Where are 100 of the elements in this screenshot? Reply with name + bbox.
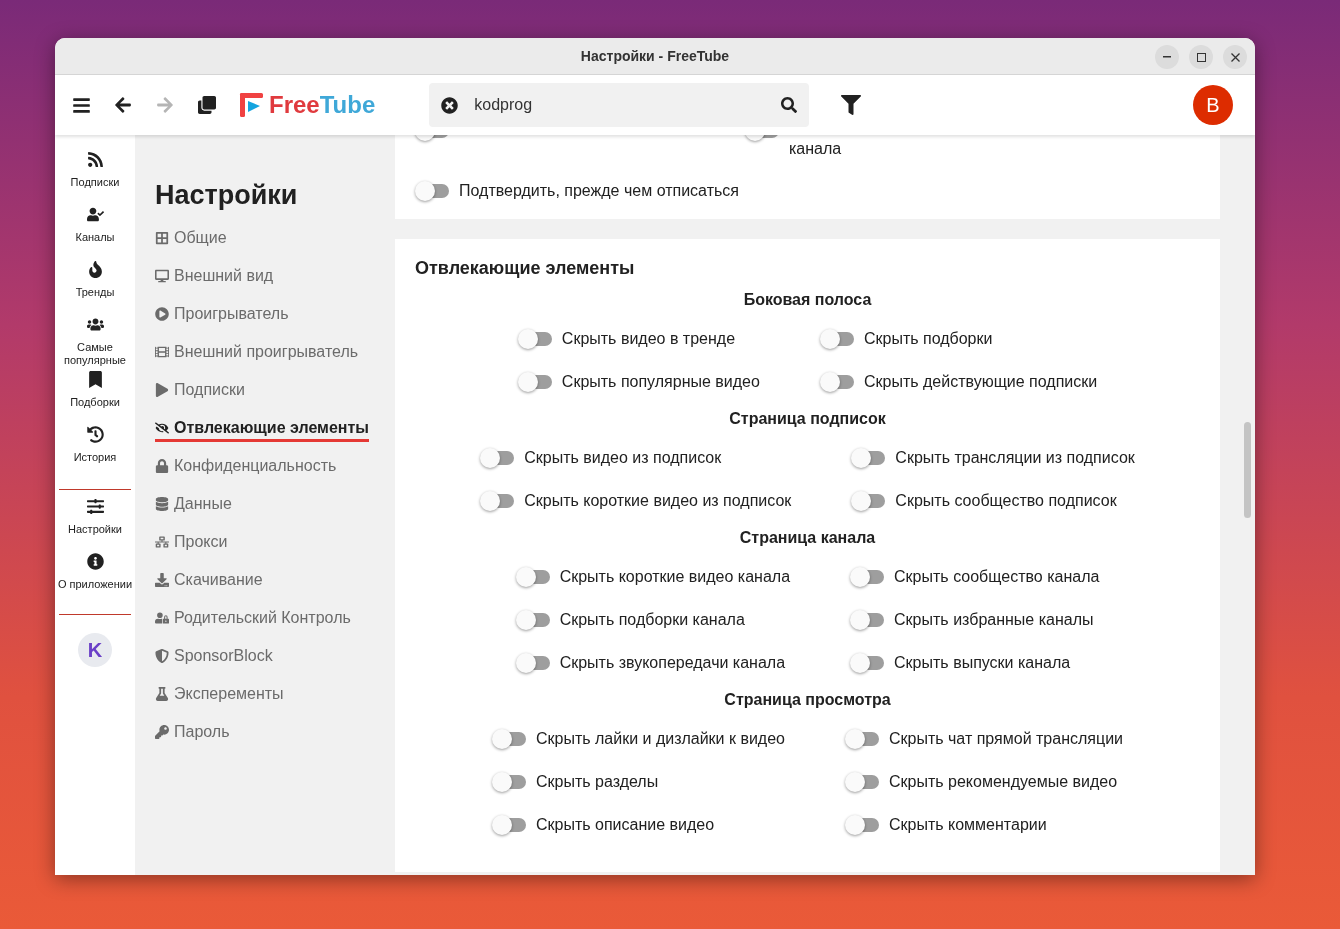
toggle-switch[interactable]	[517, 372, 554, 392]
user-lock-icon	[155, 611, 169, 625]
lock-icon	[155, 459, 169, 473]
close-button[interactable]	[1223, 45, 1247, 69]
clear-icon	[441, 96, 459, 114]
toggle-label: Скрыть сообщество подписок	[895, 491, 1117, 511]
toggle-switch[interactable]	[491, 772, 528, 792]
sliders-icon	[86, 498, 104, 515]
toggle-label: Подтвердить, прежде чем отписаться	[459, 181, 739, 201]
toggle-label: Скрыть сообщество канала	[894, 567, 1100, 587]
play-icon	[155, 383, 169, 397]
toggle-switch[interactable]	[515, 610, 552, 630]
network-icon	[155, 535, 169, 549]
toggle-label: Скрыть комментарии	[888, 815, 1047, 835]
flask-icon	[155, 687, 169, 701]
toggle-switch[interactable]	[517, 329, 554, 349]
group-heading: Боковая полоса	[743, 290, 872, 310]
grid-icon	[155, 231, 169, 245]
toggle-label: Скрыть трансляции из подписок	[895, 448, 1135, 468]
toggle-label: Скрыть лайки и дизлайки к видео	[535, 729, 785, 749]
settings-menu-item[interactable]: Данные	[155, 493, 232, 515]
side-nav-item[interactable]: Подборки	[55, 371, 135, 426]
toggle-label: Скрыть избранные каналы	[894, 610, 1094, 630]
section-title: Отвлекающие элементы	[415, 257, 636, 280]
scrollbar-thumb[interactable]	[1244, 422, 1251, 518]
bookmark-icon	[86, 371, 104, 388]
fire-icon	[86, 261, 104, 278]
filter-button[interactable]	[839, 93, 864, 117]
side-nav-item[interactable]: Тренды	[55, 261, 135, 316]
toggle-switch[interactable]	[415, 181, 451, 201]
toggle-label: Скрыть разделы	[535, 772, 659, 792]
toggle-switch[interactable]	[515, 567, 552, 587]
side-nav-item[interactable]: История	[55, 426, 135, 481]
settings-menu-item[interactable]: Прокси	[155, 531, 228, 553]
database-icon	[155, 497, 169, 511]
avatar[interactable]: B	[1193, 85, 1233, 125]
search-icon	[781, 97, 798, 113]
toggle-switch[interactable]	[819, 329, 856, 349]
info-icon	[86, 553, 104, 570]
arrow-left-icon	[114, 96, 132, 114]
toggle-label: Скрыть выпуски канала	[894, 653, 1071, 673]
toggle-label: Скрыть подборки	[863, 329, 993, 349]
rss-icon	[86, 151, 104, 168]
side-nav-item[interactable]: Настройки	[55, 498, 135, 553]
maximize-icon	[1196, 52, 1206, 62]
maximize-button[interactable]	[1189, 45, 1213, 69]
settings-menu-item[interactable]: Конфиденциальность	[155, 455, 337, 477]
toggle-label: Скрыть действующие подписки	[863, 372, 1098, 392]
toggle-label: Скрыть рекомендуемые видео	[888, 772, 1118, 792]
shield-icon	[155, 649, 169, 663]
toggle-switch[interactable]	[491, 815, 528, 835]
settings-menu-item[interactable]: SponsorBlock	[155, 645, 273, 667]
new-window-button[interactable]	[195, 93, 219, 117]
group-heading: Страница подписок	[729, 409, 886, 429]
settings-menu-item[interactable]: Родительский Контроль	[155, 607, 351, 629]
film-icon	[155, 345, 169, 359]
toggle-switch[interactable]	[515, 653, 552, 673]
minimize-button[interactable]	[1155, 45, 1179, 69]
toggle-switch[interactable]	[844, 772, 881, 792]
minimize-icon	[1163, 56, 1171, 58]
group-heading: Страница канала	[739, 528, 876, 548]
toggle-label: Скрыть популярные видео	[561, 372, 760, 392]
window-title: Настройки - FreeTube	[580, 46, 730, 66]
menu-icon	[71, 95, 91, 115]
toggle-label: Скрыть подборки канала	[559, 610, 745, 630]
settings-menu-item[interactable]: Пароль	[155, 721, 230, 743]
side-nav-item[interactable]: Каналы	[55, 206, 135, 261]
toggle-label: Скрыть короткие видео канала	[559, 567, 791, 587]
settings-menu-item[interactable]: Подписки	[155, 379, 245, 401]
close-icon	[1230, 52, 1240, 62]
toggle-label: Скрыть описание видео	[535, 815, 715, 835]
group-heading: Страница просмотра	[724, 690, 891, 710]
settings-menu-item[interactable]: Скачивание	[155, 569, 263, 591]
key-icon	[155, 725, 169, 739]
toggle-label: Скрыть чат прямой трансляции	[888, 729, 1123, 749]
filter-icon	[841, 95, 862, 115]
toggle-switch[interactable]	[819, 372, 856, 392]
settings-menu-item[interactable]: Внешний вид	[155, 265, 274, 287]
settings-menu-item[interactable]: Отвлекающие элементы	[155, 414, 369, 442]
side-nav-item[interactable]: Подписки	[55, 151, 135, 206]
settings-menu-item[interactable]: Внешний проигрыватель	[155, 341, 359, 363]
profile-avatar[interactable]: K	[78, 633, 112, 667]
toggle-switch[interactable]	[844, 729, 881, 749]
users-icon	[86, 316, 104, 333]
settings-menu-item[interactable]: Эксперементы	[155, 683, 284, 705]
logo-text: FreeTube	[269, 93, 376, 117]
clone-icon	[198, 96, 216, 114]
toggle-label: канала	[789, 139, 842, 159]
page-title: Настройки	[155, 179, 299, 211]
settings-menu-item[interactable]: Общие	[155, 227, 227, 249]
eye-slash-icon	[155, 421, 169, 435]
side-nav-item[interactable]: Самые популярные	[55, 316, 135, 371]
toggle-label: Скрыть видео в тренде	[561, 329, 736, 349]
search-field[interactable]: kodprog	[429, 83, 810, 127]
settings-menu-item[interactable]: Проигрыватель	[155, 303, 289, 325]
arrow-right-icon	[156, 96, 174, 114]
side-nav-item[interactable]: О приложении	[55, 553, 135, 608]
toggle-switch[interactable]	[491, 729, 528, 749]
history-icon	[86, 426, 104, 443]
toggle-switch[interactable]	[844, 815, 881, 835]
